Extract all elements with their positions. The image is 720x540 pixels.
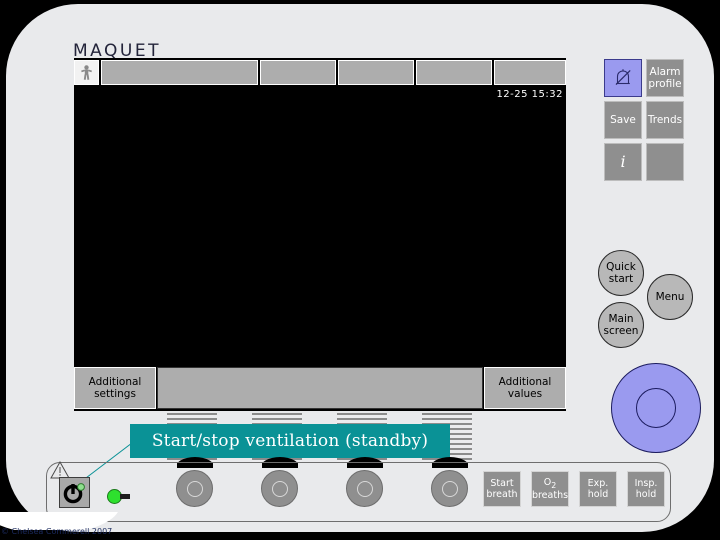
quick-start-label-line1: Quick <box>606 261 636 273</box>
alarm-profile-label-line2: profile <box>648 78 682 90</box>
alarm-profile-button[interactable]: Alarm profile <box>646 59 684 97</box>
additional-settings-label-line1: Additional <box>88 376 142 388</box>
start-breath-button[interactable]: Start breath <box>483 471 521 507</box>
screen-tab-5[interactable] <box>494 60 566 85</box>
additional-settings-button[interactable]: Additional settings <box>74 367 156 409</box>
save-button[interactable]: Save <box>604 101 642 139</box>
additional-settings-label-line2: settings <box>94 388 136 400</box>
main-rotary-dial[interactable] <box>611 363 701 453</box>
exp-hold-label-line1: Exp. <box>587 478 609 489</box>
screen-timestamp: 12-25 15:32 <box>496 89 563 100</box>
rotary-knob-1[interactable] <box>176 470 213 507</box>
menu-button[interactable]: Menu <box>647 274 693 320</box>
info-button[interactable]: i <box>604 143 642 181</box>
ventilator-screenshot: MAQUET 12-25 15:32 Additional settings A… <box>0 0 720 540</box>
o2-breaths-label-line1: O2 <box>544 477 557 491</box>
additional-values-button[interactable]: Additional values <box>484 367 566 409</box>
blank-button[interactable] <box>646 143 684 181</box>
power-icon <box>63 483 85 504</box>
screen-tab-4[interactable] <box>416 60 492 85</box>
screen-tab-3[interactable] <box>338 60 414 85</box>
main-screen-label-line1: Main <box>608 313 634 325</box>
insp-hold-label-line1: Insp. <box>634 478 658 489</box>
power-standby-button[interactable] <box>59 477 90 508</box>
main-screen-label-line2: screen <box>603 325 639 337</box>
alarm-silence-button[interactable] <box>604 59 642 97</box>
monitor-screen: 12-25 15:32 Additional settings Addition… <box>74 58 566 411</box>
save-label: Save <box>610 114 636 126</box>
insp-hold-button[interactable]: Insp. hold <box>627 471 665 507</box>
insp-hold-label-line2: hold <box>635 489 657 500</box>
alarm-profile-label-line1: Alarm <box>649 66 681 78</box>
quick-start-label-line2: start <box>608 273 634 285</box>
mains-power-led-stub <box>120 494 130 499</box>
o2-subscript: 2 <box>551 480 557 490</box>
patient-category-tab[interactable] <box>74 60 99 85</box>
quick-start-button[interactable]: Quick start <box>598 250 644 296</box>
info-label: i <box>620 152 626 171</box>
additional-values-label-line2: values <box>507 388 543 400</box>
bell-slash-icon <box>615 69 631 86</box>
trends-label: Trends <box>647 114 683 126</box>
screen-tab-2[interactable] <box>260 60 336 85</box>
exp-hold-label-line2: hold <box>587 489 609 500</box>
callout-banner: Start/stop ventilation (standby) <box>130 424 450 458</box>
main-screen-button[interactable]: Main screen <box>598 302 644 348</box>
start-breath-label-line1: Start <box>490 478 514 489</box>
menu-label: Menu <box>655 291 685 303</box>
exp-hold-button[interactable]: Exp. hold <box>579 471 617 507</box>
trends-button[interactable]: Trends <box>646 101 684 139</box>
watermark-text: © Chelsea Commerell 2007 <box>1 527 113 536</box>
rotary-knob-4[interactable] <box>431 470 468 507</box>
screen-tab-strip <box>74 60 566 85</box>
patient-figure-icon <box>81 64 92 80</box>
rotary-knob-3[interactable] <box>346 470 383 507</box>
screen-bottom-bar: Additional settings Additional values <box>74 367 566 409</box>
rotary-knob-2[interactable] <box>261 470 298 507</box>
main-rotary-dial-center[interactable] <box>636 388 676 428</box>
screen-tab-1[interactable] <box>101 60 258 85</box>
o2-breaths-label-line2: breaths <box>531 490 569 502</box>
start-breath-label-line2: breath <box>486 489 518 500</box>
screen-bottom-value-bar <box>157 367 483 409</box>
o2-breaths-button[interactable]: O2 breaths <box>531 471 569 507</box>
additional-values-label-line1: Additional <box>498 376 552 388</box>
